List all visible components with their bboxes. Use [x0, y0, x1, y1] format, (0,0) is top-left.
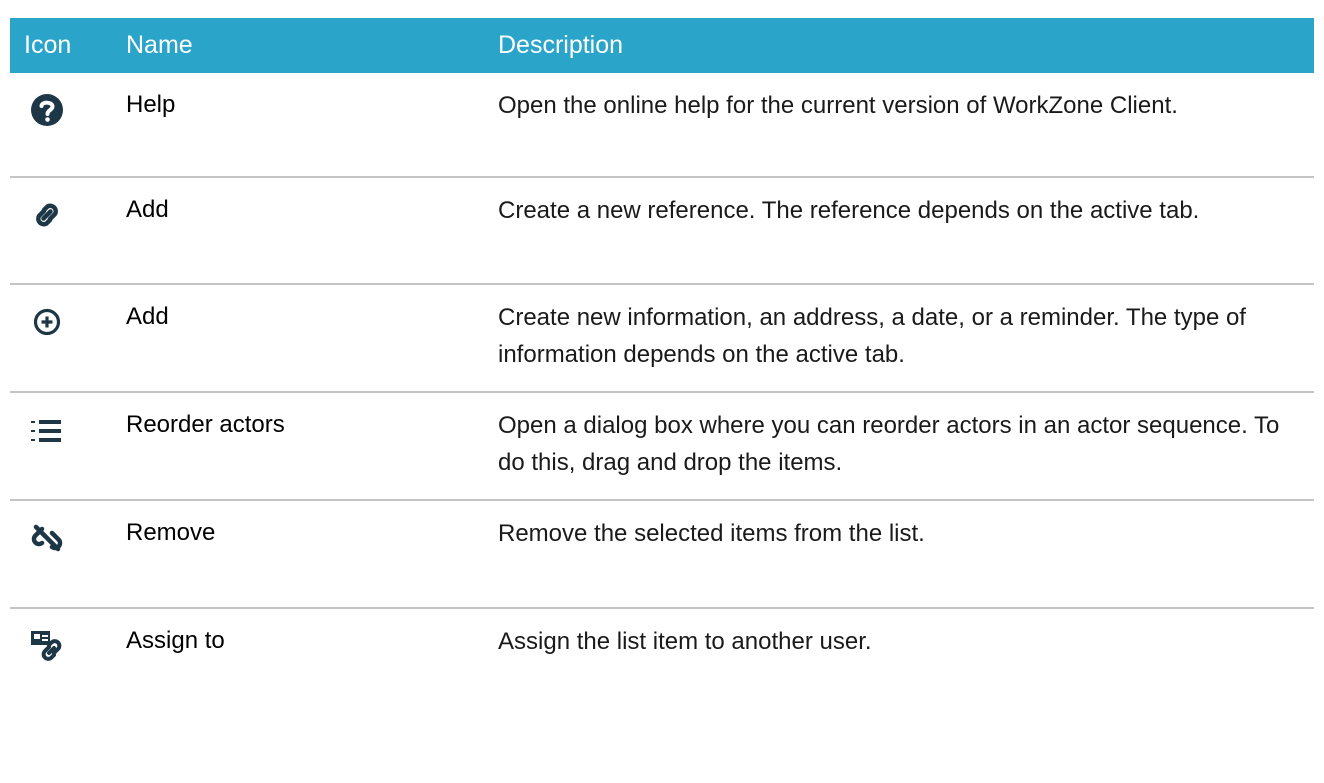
table-header: Icon Name Description	[10, 18, 1314, 73]
table-row: Reorder actors Open a dialog box where y…	[10, 393, 1314, 501]
row-description: Assign the list item to another user.	[498, 628, 872, 655]
row-name: Remove	[126, 519, 216, 546]
row-name: Add	[126, 303, 169, 330]
table-row: Add Create a new reference. The referenc…	[10, 178, 1314, 285]
icon-reference-table: Icon Name Description Help Open the onli…	[10, 18, 1314, 709]
assign-to-icon	[30, 629, 66, 665]
table-row: Assign to Assign the list item to anothe…	[10, 609, 1314, 709]
icon-cell	[10, 393, 126, 447]
link-icon	[30, 198, 64, 232]
icon-cell	[10, 178, 126, 232]
icon-cell	[10, 501, 126, 555]
row-name: Add	[126, 196, 169, 223]
header-icon-column: Icon	[24, 31, 72, 59]
row-name: Reorder actors	[126, 411, 285, 438]
icon-cell	[10, 285, 126, 339]
icon-cell	[10, 609, 126, 665]
row-description: Open the online help for the current ver…	[498, 92, 1178, 119]
row-description: Open a dialog box where you can reorder …	[498, 412, 1280, 476]
row-description: Create a new reference. The reference de…	[498, 197, 1200, 224]
row-description: Remove the selected items from the list.	[498, 520, 925, 547]
unlink-icon	[30, 521, 64, 555]
table-row: Help Open the online help for the curren…	[10, 73, 1314, 178]
icon-cell	[10, 73, 126, 127]
numbered-list-icon	[30, 417, 64, 447]
add-circle-icon	[30, 305, 64, 339]
row-name: Assign to	[126, 627, 225, 654]
header-description-column: Description	[498, 31, 624, 59]
row-name: Help	[126, 91, 176, 118]
table-row: Remove Remove the selected items from th…	[10, 501, 1314, 609]
table-row: Add Create new information, an address, …	[10, 285, 1314, 393]
help-icon	[30, 93, 64, 127]
row-description: Create new information, an address, a da…	[498, 304, 1246, 368]
header-name-column: Name	[126, 31, 193, 59]
